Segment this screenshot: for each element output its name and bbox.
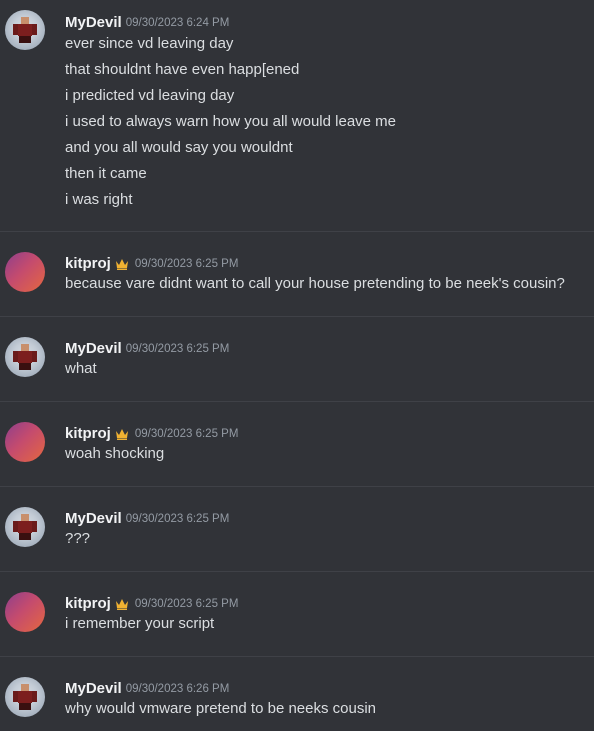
username[interactable]: MyDevil: [65, 340, 122, 357]
message-header: MyDevil 09/30/2023 6:25 PM: [65, 508, 229, 528]
message-text: woah shocking: [65, 445, 165, 462]
roblox-character-icon: [13, 344, 37, 370]
crown-icon: [115, 598, 128, 610]
timestamp[interactable]: 09/30/2023 6:25 PM: [135, 598, 239, 610]
avatar[interactable]: [5, 337, 45, 377]
message-header: kitproj 09/30/2023 6:25 PM: [65, 423, 238, 443]
crown-icon: [115, 258, 128, 270]
message-text: what: [65, 360, 97, 377]
roblox-character-icon: [13, 514, 37, 540]
timestamp[interactable]: 09/30/2023 6:26 PM: [126, 683, 230, 695]
message-text: then it came: [65, 165, 147, 182]
chat-message-list: MyDevil 09/30/2023 6:24 PM ever since vd …: [0, 0, 594, 731]
message-header: kitproj 09/30/2023 6:25 PM: [65, 593, 238, 613]
message-text: and you all would say you wouldnt: [65, 139, 293, 156]
message-header: MyDevil 09/30/2023 6:25 PM: [65, 338, 229, 358]
avatar[interactable]: [5, 507, 45, 547]
avatar[interactable]: [5, 422, 45, 462]
message-divider: [0, 316, 594, 317]
message-divider: [0, 231, 594, 232]
message-text: that shouldnt have even happ[ened: [65, 61, 300, 78]
message-header: MyDevil 09/30/2023 6:24 PM: [65, 12, 229, 32]
message-text: ???: [65, 530, 91, 547]
message-header: kitproj 09/30/2023 6:25 PM: [65, 253, 238, 273]
username[interactable]: MyDevil: [65, 14, 122, 31]
message-text: i predicted vd leaving day: [65, 87, 235, 104]
avatar[interactable]: [5, 677, 45, 717]
message-text: why would vmware pretend to be neeks cou…: [65, 700, 377, 717]
timestamp[interactable]: 09/30/2023 6:24 PM: [126, 17, 230, 29]
avatar[interactable]: [5, 592, 45, 632]
username[interactable]: kitproj: [65, 595, 111, 612]
username[interactable]: MyDevil: [65, 680, 122, 697]
message-header: MyDevil 09/30/2023 6:26 PM: [65, 678, 229, 698]
timestamp[interactable]: 09/30/2023 6:25 PM: [135, 428, 239, 440]
username[interactable]: kitproj: [65, 255, 111, 272]
timestamp[interactable]: 09/30/2023 6:25 PM: [126, 343, 230, 355]
username[interactable]: MyDevil: [65, 510, 122, 527]
message-text: because vare didnt want to call your hou…: [65, 275, 565, 292]
timestamp[interactable]: 09/30/2023 6:25 PM: [135, 258, 239, 270]
message-divider: [0, 571, 594, 572]
message-divider: [0, 486, 594, 487]
message-text: i used to always warn how you all would …: [65, 113, 397, 130]
message-text: i was right: [65, 191, 133, 208]
message-text: i remember your script: [65, 615, 215, 632]
avatar[interactable]: [5, 10, 45, 50]
roblox-character-icon: [13, 17, 37, 43]
timestamp[interactable]: 09/30/2023 6:25 PM: [126, 513, 230, 525]
message-divider: [0, 401, 594, 402]
message-text: ever since vd leaving day: [65, 35, 234, 52]
roblox-character-icon: [13, 684, 37, 710]
crown-icon: [115, 428, 128, 440]
avatar[interactable]: [5, 252, 45, 292]
message-divider: [0, 656, 594, 657]
username[interactable]: kitproj: [65, 425, 111, 442]
